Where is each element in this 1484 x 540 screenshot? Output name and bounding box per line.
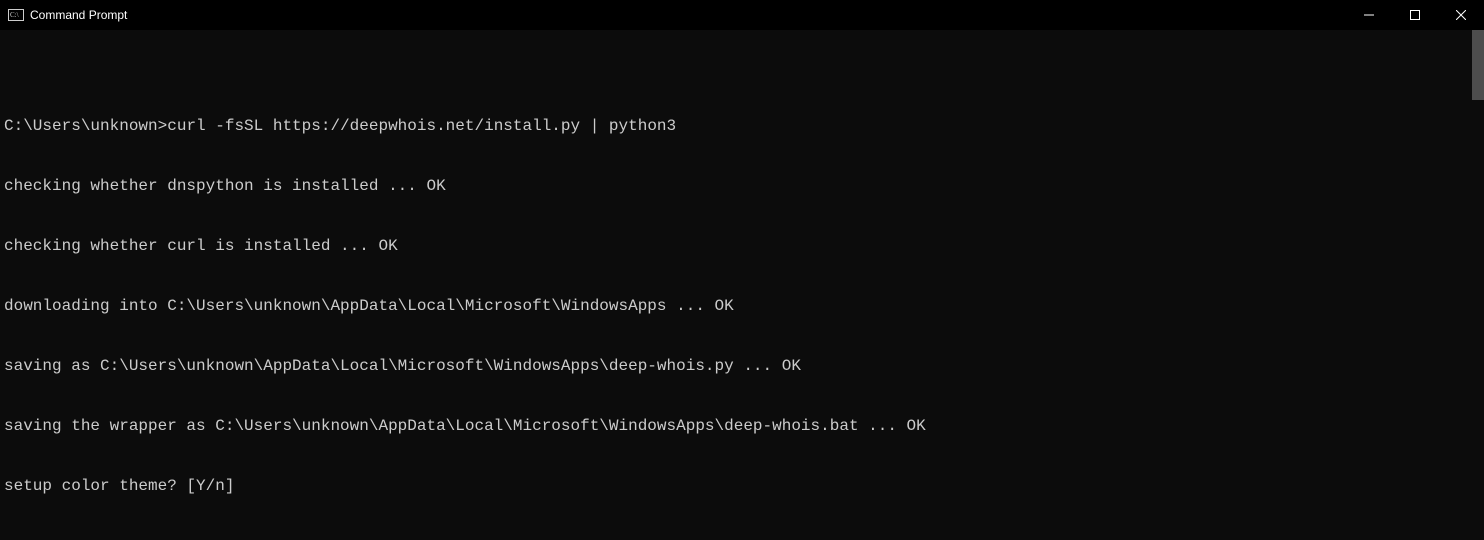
output-line: saving as C:\Users\unknown\AppData\Local… xyxy=(4,356,1480,376)
close-button[interactable] xyxy=(1438,0,1484,30)
prompt-path: C:\Users\unknown> xyxy=(4,117,167,135)
prompt-line: C:\Users\unknown>curl -fsSL https://deep… xyxy=(4,116,1480,136)
output-line: downloading into C:\Users\unknown\AppDat… xyxy=(4,296,1480,316)
svg-text:C:\: C:\ xyxy=(10,11,19,19)
cmd-icon: C:\ xyxy=(8,7,24,23)
terminal-area[interactable]: C:\Users\unknown>curl -fsSL https://deep… xyxy=(0,30,1484,540)
minimize-button[interactable] xyxy=(1346,0,1392,30)
window-title: Command Prompt xyxy=(30,8,127,22)
output-line: checking whether curl is installed ... O… xyxy=(4,236,1480,256)
output-line: checking whether dnspython is installed … xyxy=(4,176,1480,196)
output-line: setup color theme? [Y/n] xyxy=(4,476,1480,496)
output-line: saving the wrapper as C:\Users\unknown\A… xyxy=(4,416,1480,436)
prompt-command: curl -fsSL https://deepwhois.net/install… xyxy=(167,117,676,135)
titlebar: C:\ Command Prompt xyxy=(0,0,1484,30)
blank-line xyxy=(4,536,1480,540)
scrollbar-thumb[interactable] xyxy=(1472,30,1484,100)
maximize-button[interactable] xyxy=(1392,0,1438,30)
